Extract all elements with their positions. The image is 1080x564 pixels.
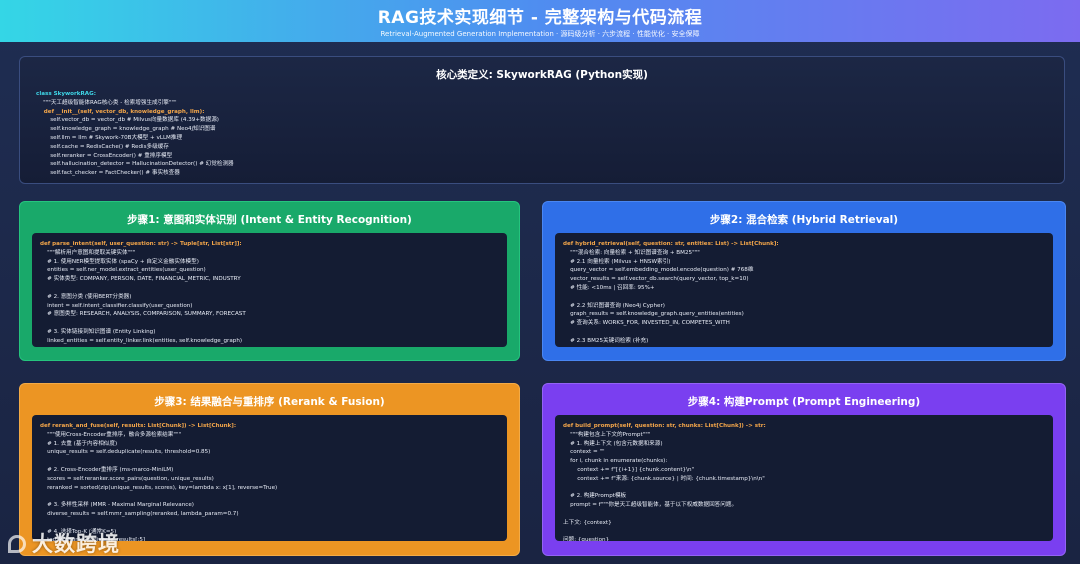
code-line: intent = self.intent_classifier.classify… bbox=[40, 302, 193, 309]
code-line: diverse_results = self.mmr_sampling(rera… bbox=[40, 510, 239, 517]
code-line: """构建包含上下文的Prompt""" bbox=[563, 431, 651, 438]
code-line: # 1. 构建上下文 (包含元数据和来源) bbox=[563, 440, 663, 447]
code-line: bm25_results = self.bm25_index.search(qu… bbox=[563, 346, 1045, 348]
code-line: """天工超级智能体RAG核心类 - 检索增强生成引擎""" bbox=[36, 99, 177, 106]
watermark-logo-icon bbox=[8, 535, 26, 553]
code-line: context += f"来源: {chunk.source} | 时间: {c… bbox=[563, 475, 765, 482]
code-line: # 1. 使用NER模型提取实体 (spaCy + 自定义金融实体模型) bbox=[40, 258, 199, 265]
code-line: entities = self.ner_model.extract_entiti… bbox=[40, 267, 206, 274]
code-line: def build_prompt(self, question: str, ch… bbox=[563, 423, 766, 429]
code-line: # 2. Cross-Encoder重排序 (ms-marco-MiniLM) bbox=[40, 466, 174, 473]
page-subtitle: Retrieval-Augmented Generation Implement… bbox=[380, 30, 700, 38]
step4-card: 步骤4: 构建Prompt (Prompt Engineering) def b… bbox=[542, 383, 1066, 556]
code-line: self.knowledge_graph = knowledge_graph #… bbox=[36, 126, 216, 133]
step4-code: def build_prompt(self, question: str, ch… bbox=[555, 415, 1053, 541]
code-line: # 意图类型: RESEARCH, ANALYSIS, COMPARISON, … bbox=[40, 311, 246, 318]
code-line: graph_results = self.knowledge_graph.que… bbox=[563, 311, 744, 318]
watermark-text: 大数跨境 bbox=[32, 532, 120, 556]
code-line: linked_entities = self.entity_linker.lin… bbox=[40, 337, 243, 344]
step4-title: 步骤4: 构建Prompt (Prompt Engineering) bbox=[687, 396, 921, 408]
code-line: # 查询关系: WORKS_FOR, INVESTED_IN, COMPETES… bbox=[563, 320, 730, 327]
code-line: unique_results = self.deduplicate(result… bbox=[40, 449, 211, 456]
code-line: self.hallucination_detector = Hallucinat… bbox=[36, 161, 234, 168]
code-line: def parse_intent(self, user_question: st… bbox=[40, 241, 242, 247]
code-line: def hybrid_retrieval(self, question: str… bbox=[563, 241, 779, 247]
code-line: # 2. 构建Prompt模板 bbox=[563, 493, 627, 500]
step3-code: def rerank_and_fuse(self, results: List[… bbox=[32, 415, 507, 541]
code-line: """使用Cross-Encoder重排序，融合多源检索结果""" bbox=[40, 431, 182, 438]
code-line: # 1. 去重 (基于内容相似度) bbox=[40, 440, 118, 447]
code-line: def __init__(self, vector_db, knowledge_… bbox=[36, 108, 205, 115]
code-line: vector_results = self.vector_db.search(q… bbox=[563, 276, 749, 283]
page-header: RAG技术实现细节 - 完整架构与代码流程 Retrieval-Augmente… bbox=[0, 0, 1080, 42]
step2-title: 步骤2: 混合检索 (Hybrid Retrieval) bbox=[709, 214, 899, 226]
page-title: RAG技术实现细节 - 完整架构与代码流程 bbox=[377, 8, 703, 28]
code-line: self.cache = RedisCache() # Redis多级缓存 bbox=[36, 143, 169, 150]
code-line: def rerank_and_fuse(self, results: List[… bbox=[40, 423, 237, 429]
code-line: self.reranker = CrossEncoder() # 重排序模型 bbox=[36, 152, 173, 159]
code-line: """解析用户意图和提取关键实体""" bbox=[40, 249, 136, 256]
code-line: self.vector_db = vector_db # Milvus向量数据库… bbox=[36, 117, 219, 124]
code-line: # 实体类型: COMPANY, PERSON, DATE, FINANCIAL… bbox=[40, 276, 241, 283]
step1-title: 步骤1: 意图和实体识别 (Intent & Entity Recognitio… bbox=[127, 214, 412, 226]
code-line: prompt = f"""你是天工超级智能体，基于以下权威数据回答问题。 bbox=[563, 502, 738, 509]
code-line: context = "" bbox=[563, 449, 605, 456]
code-line: # 2. 意图分类 (使用BERT分类器) bbox=[40, 293, 132, 300]
code-line: 问题: {question} bbox=[563, 537, 610, 541]
code-line: self.llm = llm # Skywork-70B大模型 + vLLM推理 bbox=[36, 134, 183, 141]
code-line: for i, chunk in enumerate(chunks): bbox=[563, 458, 668, 465]
step2-card: 步骤2: 混合检索 (Hybrid Retrieval) def hybrid_… bbox=[542, 201, 1066, 361]
code-line: context += f"[{i+1}] {chunk.content}\n" bbox=[563, 466, 695, 473]
code-line: scores = self.reranker.score_pairs(quest… bbox=[40, 475, 214, 482]
code-line: self.fact_checker = FactChecker() # 事实核查… bbox=[36, 170, 180, 177]
watermark: 大数跨境 bbox=[8, 528, 120, 558]
core-class-card: 核心类定义: SkyworkRAG (Python实现) class Skywo… bbox=[19, 56, 1065, 184]
code-line: # 3. 实体链接到知识图谱 (Entity Linking) bbox=[40, 328, 156, 335]
code-line: # 2.1 向量检索 (Milvus + HNSW索引) bbox=[563, 258, 671, 265]
code-line: # 2.3 BM25关键词检索 (补充) bbox=[563, 337, 649, 344]
step2-code: def hybrid_retrieval(self, question: str… bbox=[555, 233, 1053, 347]
step1-code: def parse_intent(self, user_question: st… bbox=[32, 233, 507, 347]
core-class-title: 核心类定义: SkyworkRAG (Python实现) bbox=[436, 69, 648, 81]
step3-title: 步骤3: 结果融合与重排序 (Rerank & Fusion) bbox=[154, 396, 385, 408]
step1-card: 步骤1: 意图和实体识别 (Intent & Entity Recognitio… bbox=[19, 201, 520, 361]
code-line: reranked = sorted(zip(unique_results, sc… bbox=[40, 484, 278, 491]
core-class-code: class SkyworkRAG: """天工超级智能体RAG核心类 - 检索增… bbox=[32, 88, 1052, 180]
code-line: class SkyworkRAG: bbox=[36, 91, 96, 97]
code-line: 上下文: {context} bbox=[563, 519, 612, 526]
code-line: """混合检索: 向量检索 + 知识图谱查询 + BM25""" bbox=[563, 249, 700, 256]
code-line: # 2.2 知识图谱查询 (Neo4j Cypher) bbox=[563, 302, 665, 309]
code-line: # 性能: <10ms | 召回率: 95%+ bbox=[563, 284, 655, 291]
code-line: query_vector = self.embedding_model.enco… bbox=[563, 267, 754, 274]
code-line: # 3. 多样性采样 (MMR - Maximal Marginal Relev… bbox=[40, 502, 194, 509]
